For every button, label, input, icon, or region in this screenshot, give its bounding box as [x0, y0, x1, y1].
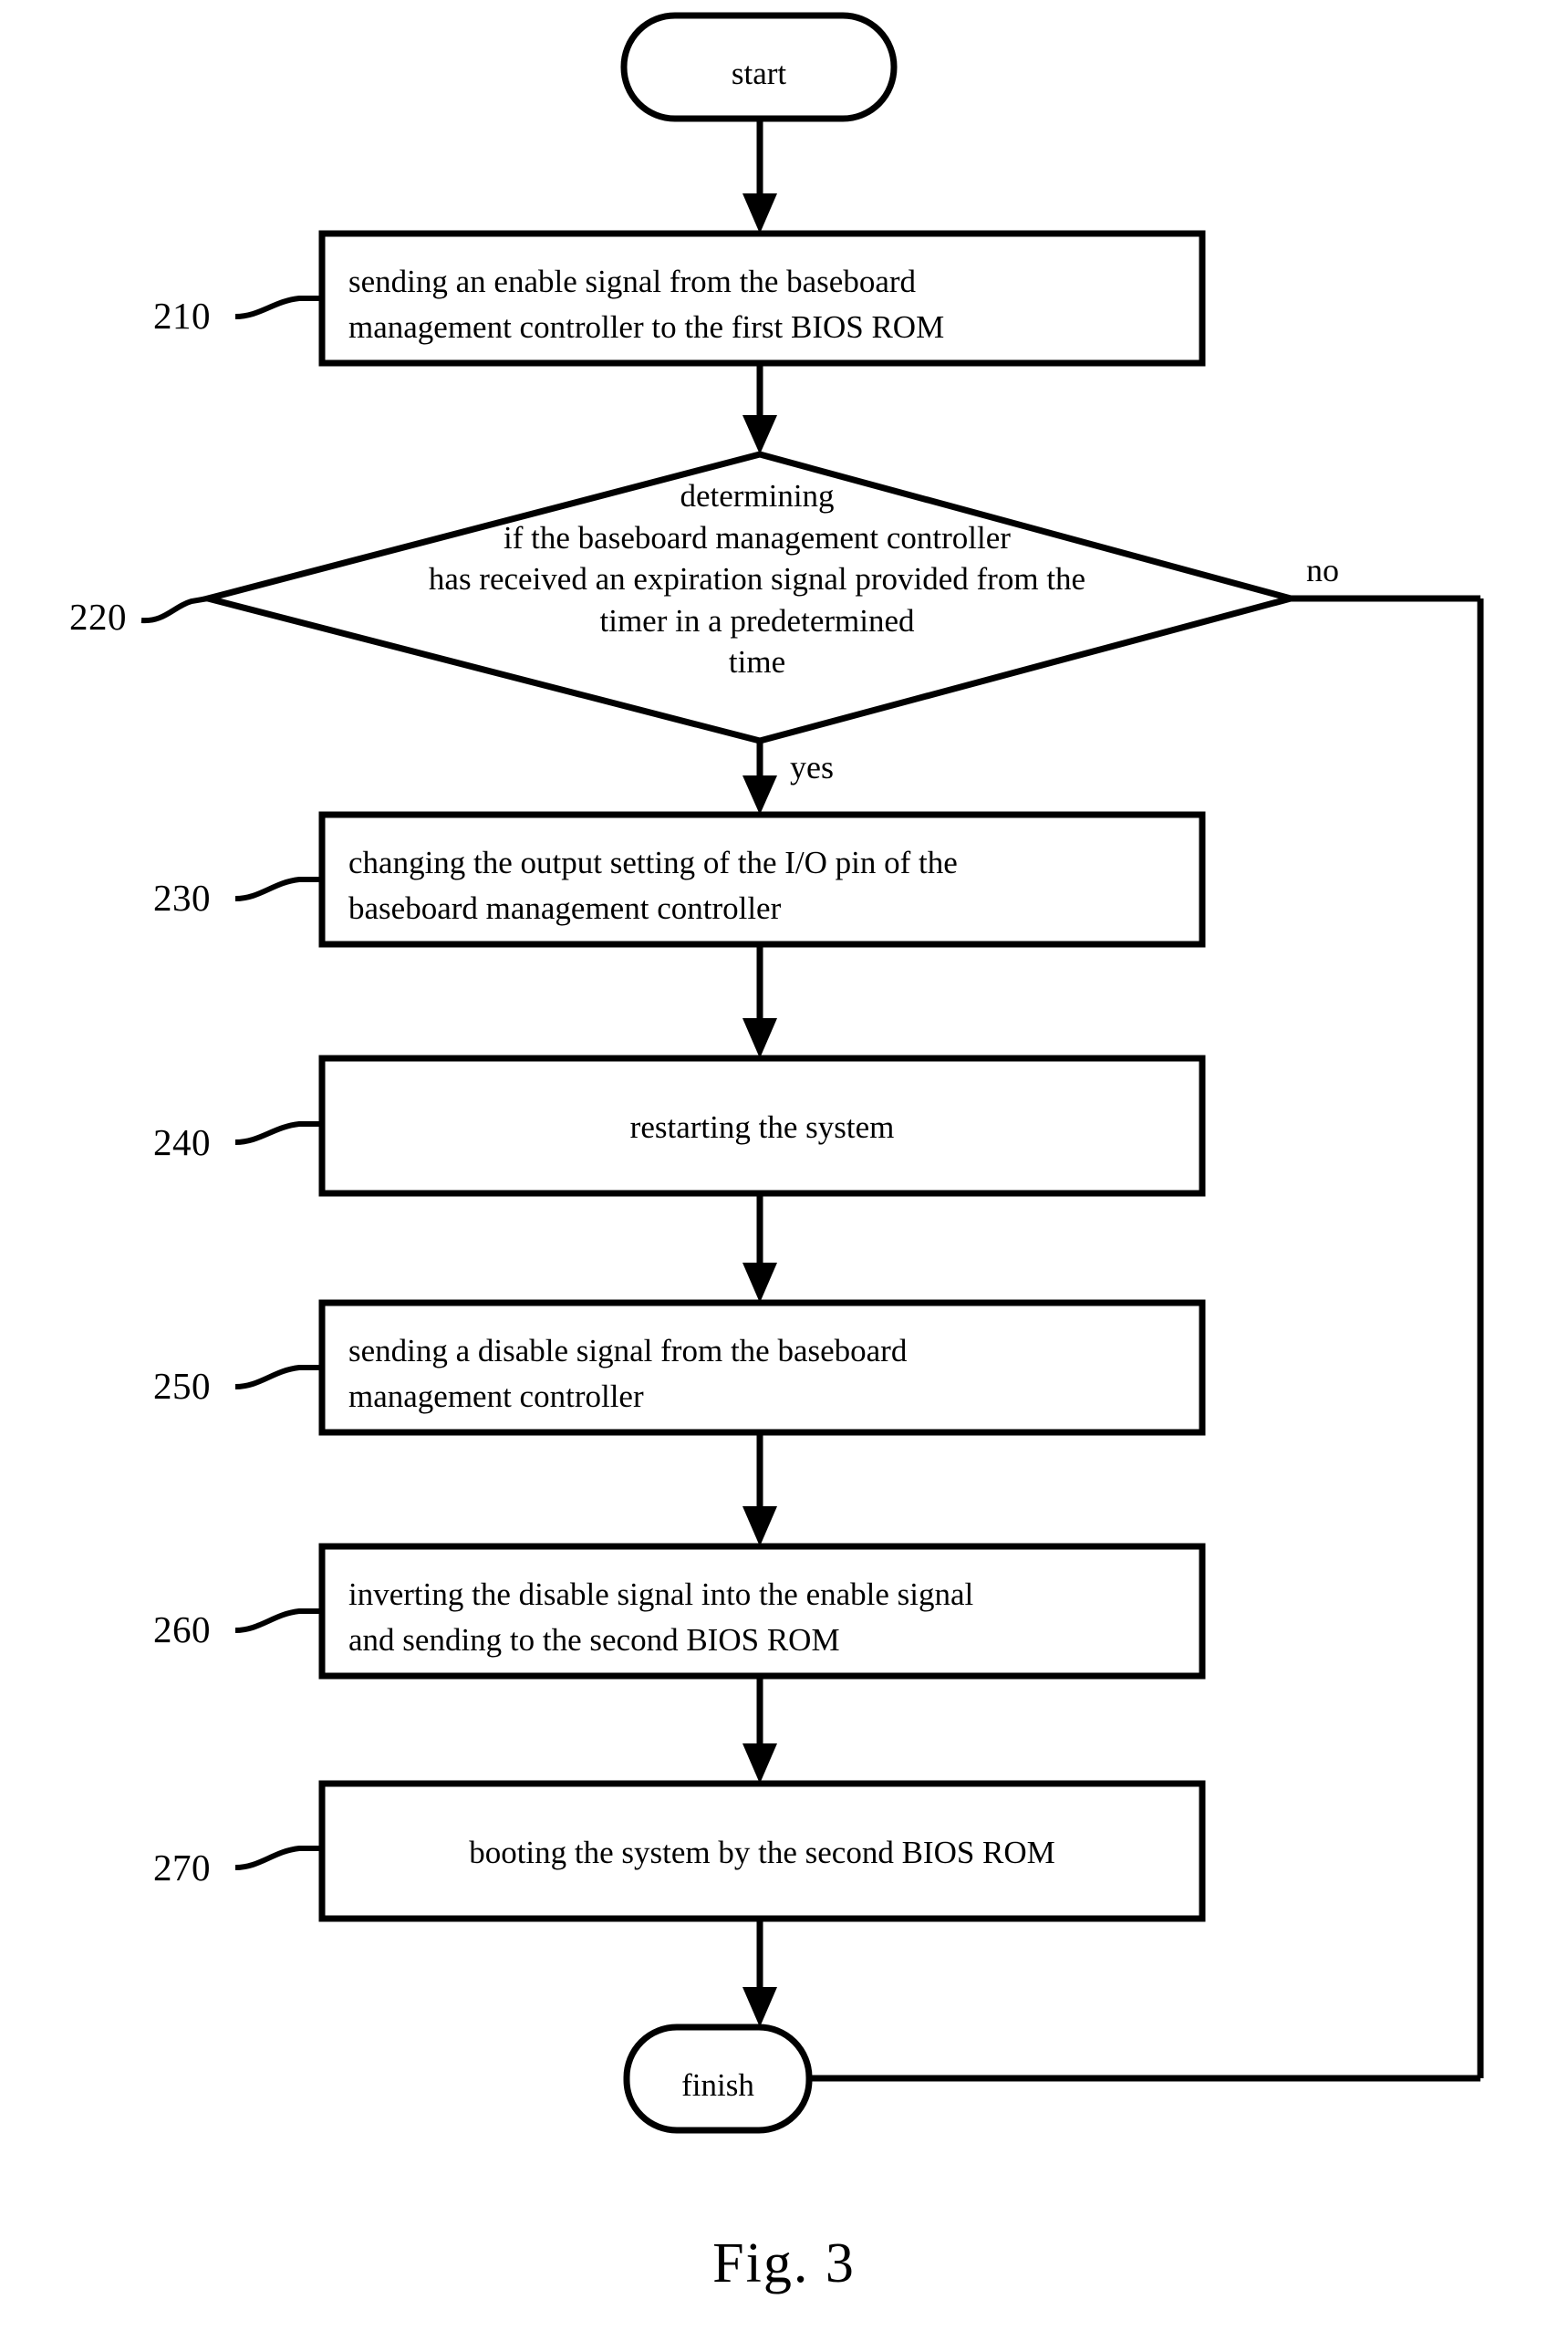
step-240-shape: [318, 1055, 1206, 1197]
leader-220: [140, 596, 209, 624]
leader-270: [234, 1846, 322, 1870]
edge-260-to-270: [742, 1676, 777, 1784]
leader-210: [234, 296, 322, 319]
ref-number-260: 260: [153, 1608, 211, 1650]
step-250-shape: [318, 1299, 1206, 1436]
edge-220-yes-to-230: [742, 741, 777, 815]
leader-230: [234, 877, 322, 901]
flowchart-canvas: [140, 12, 1484, 2134]
step-260-shape: [318, 1543, 1206, 1680]
edge-label-no: no: [1306, 552, 1339, 588]
leader-250: [234, 1365, 322, 1389]
leader-260: [234, 1608, 322, 1633]
edge-start-to-210: [742, 119, 777, 234]
ref-number-250: 250: [153, 1365, 211, 1407]
edge-label-yes: yes: [790, 749, 834, 786]
edge-210-to-220: [742, 363, 777, 454]
edge-250-to-260: [742, 1432, 777, 1546]
edge-270-to-finish: [742, 1919, 777, 2027]
ref-number-230: 230: [153, 877, 211, 919]
start-terminal-shape: [620, 12, 898, 122]
leader-240: [234, 1121, 322, 1145]
step-210-shape: [318, 230, 1206, 367]
step-230-shape: [318, 811, 1206, 948]
figure-caption: Fig. 3: [712, 2232, 856, 2294]
finish-terminal-shape: [623, 2024, 813, 2134]
step-270-shape: [318, 1780, 1206, 1922]
ref-number-270: 270: [153, 1847, 211, 1888]
edge-230-to-240: [742, 944, 777, 1058]
ref-number-220: 220: [69, 596, 127, 638]
ref-number-210: 210: [153, 295, 211, 337]
ref-number-240: 240: [153, 1121, 211, 1163]
edge-240-to-250: [742, 1193, 777, 1303]
step-220-shape: [195, 451, 1303, 744]
